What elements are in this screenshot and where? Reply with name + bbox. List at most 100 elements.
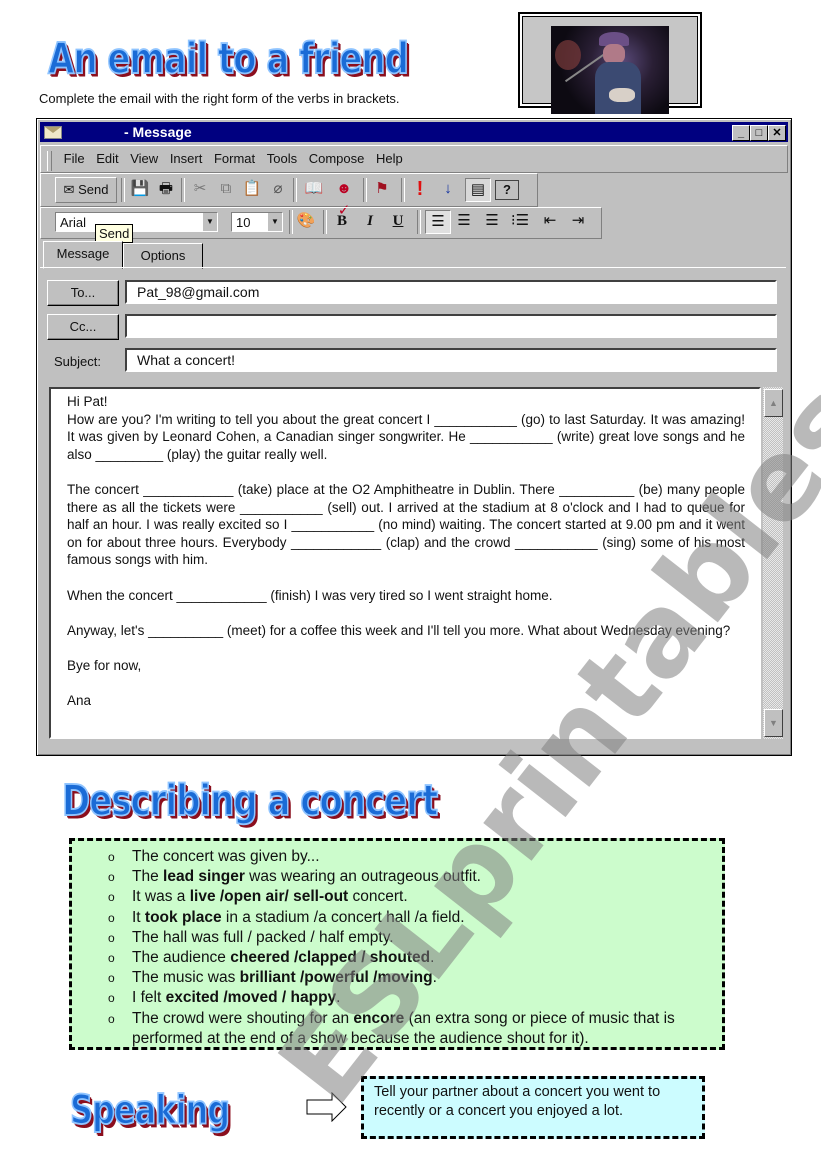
separator [401, 178, 405, 202]
high-importance-icon[interactable]: ! [409, 178, 431, 200]
title-bar[interactable]: - Message _ □ ✕ [40, 122, 788, 142]
menu-view[interactable]: View [130, 151, 158, 166]
phrase-text: The music was [132, 969, 240, 987]
bullet-list-icon[interactable]: ⁝☰ [509, 210, 531, 232]
minimize-button[interactable]: _ [732, 125, 750, 141]
phrase-text: I felt [132, 989, 166, 1007]
separator [293, 178, 297, 202]
color-palette-icon[interactable]: 🎨 [295, 210, 317, 232]
underline-button[interactable]: U [387, 210, 409, 232]
phrase-item: I felt excited /moved / happy. [108, 988, 714, 1008]
menu-format[interactable]: Format [214, 151, 255, 166]
chevron-down-icon[interactable]: ▼ [203, 213, 217, 231]
copy-icon[interactable]: ⧉ [215, 178, 237, 200]
menu-insert[interactable]: Insert [170, 151, 203, 166]
align-left-icon[interactable]: ☰ [425, 210, 451, 234]
phrase-text: concert. [348, 888, 408, 906]
align-right-icon[interactable]: ☰ [481, 210, 503, 232]
key-phrase: took place [144, 908, 222, 926]
italic-button[interactable]: I [359, 210, 381, 232]
to-field[interactable]: Pat_98@gmail.com [125, 280, 777, 304]
menu-bar: File Edit View Insert Format Tools Compo… [40, 145, 788, 173]
section-title-describing: Describing a concert [61, 775, 439, 827]
print-icon[interactable]: 🖶 [155, 178, 177, 200]
menu-help[interactable]: Help [376, 151, 403, 166]
phrase-text: The concert was given by... [132, 848, 320, 865]
phrase-item: It took place in a stadium /a concert ha… [108, 908, 714, 928]
phrase-text: . [430, 949, 435, 967]
toolbar-grip[interactable] [47, 151, 52, 171]
header-fields: To... Pat_98@gmail.com Cc... Subject: Wh… [40, 267, 786, 384]
phrases-box: The concert was given by... The lead sing… [69, 838, 725, 1050]
tab-message[interactable]: Message [43, 241, 123, 269]
check-names-icon[interactable]: ☻✓ [331, 178, 357, 219]
phrase-list: The concert was given by... The lead sing… [72, 847, 714, 1049]
send-icon: ✉ [63, 182, 75, 197]
bold-button[interactable]: B [331, 210, 353, 232]
key-phrase: excited /moved / happy [165, 989, 337, 1007]
separator [121, 178, 125, 202]
close-button[interactable]: ✕ [768, 125, 786, 141]
message-options-icon[interactable]: ▤ [465, 178, 491, 202]
page-title: An email to a friend [47, 33, 409, 85]
key-phrase: live /open air/ sell-out [189, 888, 349, 906]
help-icon[interactable]: ? [495, 180, 519, 200]
subject-field[interactable]: What a concert! [125, 348, 777, 372]
section-title-speaking: Speaking [69, 1085, 231, 1134]
send-button[interactable]: ✉ Send [55, 177, 117, 203]
vertical-scrollbar[interactable]: ▲ ▼ [763, 387, 783, 739]
paste-icon[interactable]: 📋 [241, 178, 263, 200]
separator [181, 178, 185, 202]
align-center-icon[interactable]: ☰ [453, 210, 475, 232]
font-value: Arial [60, 215, 87, 230]
paragraph-3: When the concert ____________ (finish) I… [67, 587, 553, 603]
paragraph-4: Anyway, let's __________ (meet) for a co… [67, 622, 731, 638]
cc-button[interactable]: Cc... [47, 314, 119, 340]
instruction-text: Complete the email with the right form o… [39, 91, 400, 106]
flag-icon[interactable]: ⚑ [371, 178, 393, 200]
cc-field[interactable] [125, 314, 777, 338]
message-body[interactable]: Hi Pat! How are you? I'm writing to tell… [49, 387, 761, 739]
separator [289, 210, 293, 234]
arrow-right-icon [306, 1092, 347, 1122]
concert-photo [551, 26, 669, 114]
address-book-icon[interactable]: 📖 [303, 178, 325, 200]
subject-label: Subject: [54, 354, 101, 369]
signature: Ana [67, 693, 92, 709]
menu-edit[interactable]: Edit [96, 151, 118, 166]
key-phrase: cheered /clapped / shouted [230, 949, 431, 967]
separator [323, 210, 327, 234]
send-label: Send [78, 182, 109, 197]
scroll-down-icon[interactable]: ▼ [764, 709, 783, 737]
key-phrase: lead singer [163, 868, 245, 886]
key-phrase: encore [353, 1009, 405, 1027]
maximize-button[interactable]: □ [750, 125, 768, 141]
cut-icon[interactable]: ✂ [189, 178, 211, 200]
chevron-down-icon[interactable]: ▼ [268, 213, 282, 231]
greeting: Hi Pat! [67, 394, 108, 409]
phrase-text: The hall was full / packed / half empty. [132, 928, 394, 946]
scroll-up-icon[interactable]: ▲ [764, 389, 783, 417]
menu-compose[interactable]: Compose [309, 151, 365, 166]
tab-options[interactable]: Options [123, 243, 203, 269]
attach-icon[interactable]: ⌀ [269, 178, 287, 200]
decrease-indent-icon[interactable]: ⇤ [539, 210, 561, 232]
standard-toolbar: ✉ Send 💾 🖶 ✂ ⧉ 📋 ⌀ 📖 ☻✓ ⚑ ! ↓ ▤ ? [40, 173, 538, 219]
phrase-text: . [336, 989, 341, 1007]
save-icon[interactable]: 💾 [129, 178, 151, 200]
envelope-icon [44, 126, 62, 139]
phrase-text: It [132, 908, 145, 926]
key-phrase: brilliant /powerful /moving [239, 969, 433, 987]
low-importance-icon[interactable]: ↓ [437, 178, 459, 200]
phrase-text: . [432, 969, 437, 987]
menu-file[interactable]: File [64, 151, 85, 166]
increase-indent-icon[interactable]: ⇥ [567, 210, 589, 232]
phrase-item: The lead singer was wearing an outrageou… [108, 867, 714, 887]
paragraph-2: The concert ____________ (take) place at… [67, 481, 745, 568]
font-select[interactable]: Arial ▼ [55, 212, 218, 232]
menu-tools[interactable]: Tools [267, 151, 297, 166]
font-size-select[interactable]: 10 ▼ [231, 212, 283, 232]
message-window: - Message _ □ ✕ File Edit View Insert Fo… [36, 118, 792, 756]
to-button[interactable]: To... [47, 280, 119, 306]
phrase-text: The crowd were shouting for an [132, 1009, 354, 1027]
